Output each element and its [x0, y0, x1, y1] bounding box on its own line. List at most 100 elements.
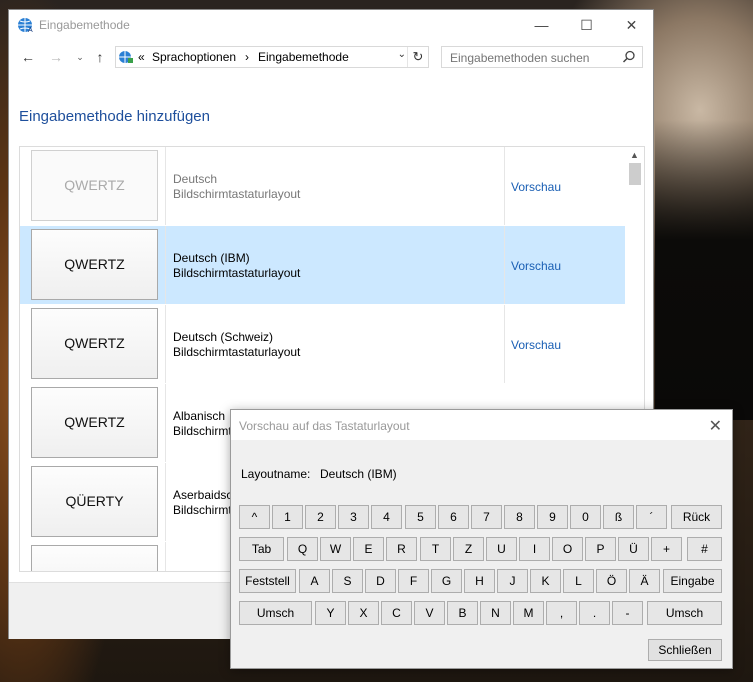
key-7[interactable]: 7 — [471, 505, 502, 529]
key-f[interactable]: F — [398, 569, 429, 593]
key-m[interactable]: M — [513, 601, 544, 625]
key-a[interactable]: A — [299, 569, 330, 593]
keyboard-layout-tile[interactable]: QWERTZ — [31, 387, 158, 458]
key-v[interactable]: V — [414, 601, 445, 625]
key-5[interactable]: 5 — [405, 505, 436, 529]
refresh-icon[interactable]: ↻ — [407, 47, 428, 67]
chevron-down-icon: ⌄ — [76, 52, 84, 62]
key-w[interactable]: W — [320, 537, 351, 561]
key-b[interactable]: B — [447, 601, 478, 625]
close-dialog-button[interactable]: Schließen — [648, 639, 722, 661]
scroll-up-icon[interactable]: ▲ — [630, 150, 639, 160]
key-t[interactable]: T — [420, 537, 451, 561]
address-dropdown-icon[interactable]: ⌄ — [398, 49, 406, 60]
key-g[interactable]: G — [431, 569, 462, 593]
key-p[interactable]: P — [585, 537, 616, 561]
key-q[interactable]: Q — [287, 537, 318, 561]
language-name: Deutsch (Schweiz) — [173, 330, 274, 344]
breadcrumb-sprachoptionen[interactable]: Sprachoptionen — [152, 50, 236, 64]
key-acute[interactable]: ´ — [636, 505, 667, 529]
key-caret[interactable]: ^ — [239, 505, 270, 529]
column-divider — [165, 147, 166, 225]
up-button[interactable]: ↑ — [91, 48, 109, 66]
search-box[interactable] — [441, 46, 643, 68]
key-r[interactable]: R — [386, 537, 417, 561]
key-k[interactable]: K — [530, 569, 561, 593]
key-hash[interactable]: # — [687, 537, 722, 561]
key-n[interactable]: N — [480, 601, 511, 625]
list-item[interactable]: QWERTZ Deutsch Bildschirmtastaturlayout … — [20, 147, 625, 225]
recent-locations-button[interactable]: ⌄ — [71, 48, 89, 66]
key-oe[interactable]: Ö — [596, 569, 627, 593]
breadcrumb-overflow[interactable]: « — [138, 50, 145, 64]
key-z[interactable]: Z — [453, 537, 484, 561]
key-capslock[interactable]: Feststell — [239, 569, 296, 593]
key-8[interactable]: 8 — [504, 505, 535, 529]
close-button[interactable]: ✕ — [609, 10, 654, 40]
keyboard-layout-tile[interactable]: QWERTZ — [31, 229, 158, 300]
column-divider — [165, 463, 166, 541]
arrow-up-icon: ↑ — [96, 49, 104, 65]
key-s[interactable]: S — [332, 569, 363, 593]
key-9[interactable]: 9 — [537, 505, 568, 529]
key-enter[interactable]: Eingabe — [663, 569, 722, 593]
key-x[interactable]: X — [348, 601, 379, 625]
minimize-icon: — — [534, 17, 549, 33]
maximize-button[interactable]: ☐ — [564, 10, 609, 40]
key-h[interactable]: H — [464, 569, 495, 593]
key-ae[interactable]: Ä — [629, 569, 660, 593]
preview-link[interactable]: Vorschau — [511, 180, 561, 194]
key-0[interactable]: 0 — [570, 505, 601, 529]
forward-button[interactable]: → — [47, 48, 65, 66]
back-button[interactable]: ← — [19, 48, 37, 66]
key-left-shift[interactable]: Umsch — [239, 601, 312, 625]
arrow-left-icon: ← — [21, 49, 35, 65]
window-title: Eingabemethode — [39, 18, 130, 32]
key-eszett[interactable]: ß — [603, 505, 634, 529]
key-minus[interactable]: - — [612, 601, 643, 625]
key-2[interactable]: 2 — [305, 505, 336, 529]
key-comma[interactable]: , — [546, 601, 577, 625]
key-tab[interactable]: Tab — [239, 537, 284, 561]
key-i[interactable]: I — [519, 537, 550, 561]
key-plus[interactable]: + — [651, 537, 682, 561]
control-panel-icon — [119, 51, 133, 63]
key-l[interactable]: L — [563, 569, 594, 593]
key-y[interactable]: Y — [315, 601, 346, 625]
keyboard-layout-tile[interactable]: QWERTZ — [31, 150, 158, 221]
keyboard-layout-tile[interactable] — [31, 545, 158, 571]
minimize-button[interactable]: — — [519, 10, 564, 40]
address-bar[interactable]: « Sprachoptionen › Eingabemethode ⌄ ↻ — [115, 46, 429, 68]
key-c[interactable]: C — [381, 601, 412, 625]
column-divider — [165, 384, 166, 462]
key-d[interactable]: D — [365, 569, 396, 593]
keyboard-layout-tile[interactable]: QWERTZ — [31, 308, 158, 379]
list-item-name: Deutsch Bildschirmtastaturlayout — [173, 172, 300, 202]
title-bar: A Eingabemethode — ☐ ✕ — [9, 10, 653, 40]
language-name: Deutsch (IBM) — [173, 251, 250, 265]
key-backspace[interactable]: Rück — [671, 505, 722, 529]
list-item[interactable]: QWERTZ Deutsch (Schweiz) Bildschirmtasta… — [20, 305, 625, 383]
breadcrumb-eingabemethode[interactable]: Eingabemethode — [258, 50, 349, 64]
key-1[interactable]: 1 — [272, 505, 303, 529]
search-input[interactable] — [448, 50, 622, 66]
dialog-close-icon[interactable]: ✕ — [709, 416, 722, 436]
key-right-shift[interactable]: Umsch — [647, 601, 722, 625]
keyboard-layout-tile[interactable]: QÜERTY — [31, 466, 158, 537]
key-o[interactable]: O — [552, 537, 583, 561]
key-ue[interactable]: Ü — [618, 537, 649, 561]
key-e[interactable]: E — [353, 537, 384, 561]
key-j[interactable]: J — [497, 569, 528, 593]
layout-name-value: Deutsch (IBM) — [320, 467, 397, 481]
key-3[interactable]: 3 — [338, 505, 369, 529]
preview-link[interactable]: Vorschau — [511, 259, 561, 273]
key-4[interactable]: 4 — [371, 505, 402, 529]
language-name: Deutsch — [173, 172, 218, 186]
key-6[interactable]: 6 — [438, 505, 469, 529]
key-period[interactable]: . — [579, 601, 610, 625]
list-item-selected[interactable]: QWERTZ Deutsch (IBM) Bildschirmtastaturl… — [20, 226, 625, 304]
dialog-title: Vorschau auf das Tastaturlayout — [239, 419, 410, 433]
preview-link[interactable]: Vorschau — [511, 338, 561, 352]
key-u[interactable]: U — [486, 537, 517, 561]
scroll-thumb[interactable] — [629, 163, 641, 185]
